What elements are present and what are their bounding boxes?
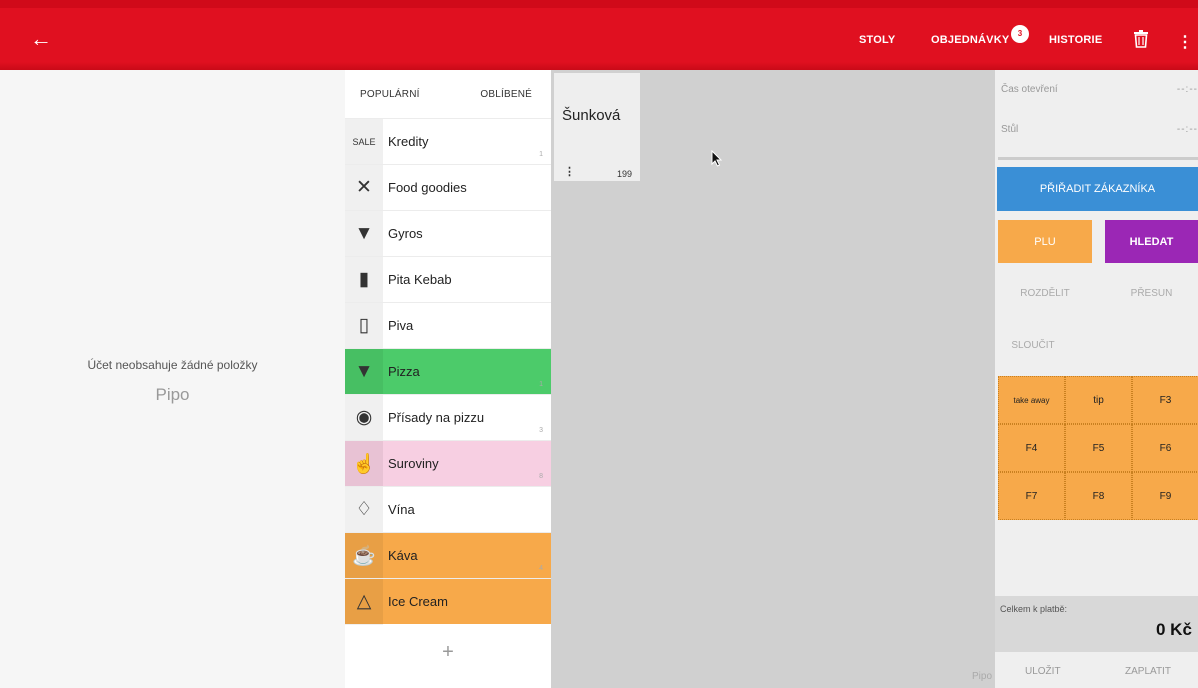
- fkey-f8[interactable]: F8: [1065, 472, 1132, 520]
- product-tile[interactable]: Šunková ⋮ 199: [554, 73, 640, 181]
- more-vert-icon[interactable]: ⋮: [1177, 32, 1193, 52]
- back-arrow-icon[interactable]: ←: [30, 28, 52, 50]
- add-category-button[interactable]: +: [345, 626, 551, 678]
- fkey-f5[interactable]: F5: [1065, 424, 1132, 472]
- category-kava[interactable]: ☕ Káva 4: [345, 532, 551, 579]
- open-time-row: Čas otevření --:--: [995, 70, 1198, 110]
- category-pita-kebab[interactable]: ▮ Pita Kebab: [345, 256, 551, 303]
- split-button[interactable]: ROZDĚLIT: [998, 278, 1092, 308]
- open-time-value: --:--: [1176, 84, 1198, 95]
- category-piva[interactable]: ▯ Piva: [345, 302, 551, 349]
- bottle-icon: ▯: [345, 302, 383, 349]
- pay-button[interactable]: ZAPLATIT: [1125, 666, 1171, 677]
- search-button[interactable]: HLEDAT: [1105, 220, 1198, 263]
- total-box: Celkem k platbě: 0 Kč: [995, 596, 1198, 652]
- total-label: Celkem k platbě:: [1000, 604, 1068, 614]
- utensils-icon: ✕: [345, 164, 383, 211]
- move-button[interactable]: PŘESUN: [1105, 278, 1198, 308]
- assign-customer-button[interactable]: PŘIŘADIT ZÁKAZNÍKA: [997, 167, 1198, 211]
- category-vina[interactable]: ♢ Vína: [345, 486, 551, 533]
- table-row: Stůl --:--: [995, 110, 1198, 150]
- kebab-icon: ▮: [345, 256, 383, 303]
- save-button[interactable]: ULOŽIT: [1025, 666, 1061, 677]
- category-count: 1: [539, 381, 543, 388]
- wine-glasses-icon: ♢: [345, 486, 383, 533]
- empty-receipt-message: Účet neobsahuje žádné položky: [87, 358, 258, 372]
- total-value: 0 Kč: [1156, 620, 1192, 639]
- category-label: Ice Cream: [388, 594, 448, 609]
- product-price: 199: [616, 169, 632, 179]
- category-tabs: POPULÁRNÍ OBLÍBENÉ: [345, 70, 551, 118]
- fkey-f6[interactable]: F6: [1132, 424, 1198, 472]
- product-grid: Šunková ⋮ 199 Pipo: [551, 70, 995, 688]
- category-ice-cream[interactable]: △ Ice Cream: [345, 578, 551, 625]
- category-label: Suroviny: [388, 456, 439, 471]
- category-label: Pita Kebab: [388, 272, 452, 287]
- user-name: Pipo: [155, 385, 190, 404]
- category-kredity[interactable]: SALE Kredity 1: [345, 118, 551, 165]
- category-count: 4: [539, 565, 543, 572]
- merge-button[interactable]: SLOUČIT: [998, 330, 1068, 360]
- fkey-f9[interactable]: F9: [1132, 472, 1198, 520]
- category-list: POPULÁRNÍ OBLÍBENÉ SALE Kredity 1 ✕ Food…: [345, 70, 551, 688]
- category-prisady-na-pizzu[interactable]: ◉ Přísady na pizzu 3: [345, 394, 551, 441]
- orders-count-badge: 3: [1011, 25, 1029, 43]
- category-food-goodies[interactable]: ✕ Food goodies: [345, 164, 551, 211]
- fkey-f3[interactable]: F3: [1132, 376, 1198, 424]
- coffee-icon: ☕: [345, 532, 383, 579]
- category-suroviny[interactable]: ☝ Suroviny 8: [345, 440, 551, 487]
- table-value: --:--: [1176, 124, 1198, 135]
- category-label: Přísady na pizzu: [388, 410, 485, 425]
- pizza-slice-icon: ▼: [345, 348, 383, 395]
- category-count: 3: [539, 427, 543, 434]
- thumbs-up-icon: ☝: [345, 440, 383, 487]
- tab-favorites[interactable]: OBLÍBENÉ: [480, 89, 532, 100]
- category-label: Káva: [388, 548, 418, 563]
- pizza-icon: ◉: [345, 394, 383, 441]
- grid-footer-user: Pipo: [971, 671, 992, 682]
- fkey-f4[interactable]: F4: [998, 424, 1065, 472]
- category-gyros[interactable]: ▼ Gyros: [345, 210, 551, 257]
- fkey-take-away[interactable]: take away: [998, 376, 1065, 424]
- tab-tables[interactable]: STOLY: [859, 34, 895, 46]
- plu-button[interactable]: PLU: [998, 220, 1092, 263]
- receipt-panel: Účet neobsahuje žádné položky Pipo: [0, 70, 345, 688]
- product-name: Šunková: [562, 107, 621, 124]
- category-label: Piva: [388, 318, 414, 333]
- gyros-icon: ▼: [345, 210, 383, 257]
- category-label: Pizza: [388, 364, 420, 379]
- category-label: Vína: [388, 502, 415, 517]
- category-count: 1: [539, 151, 543, 158]
- category-label: Gyros: [388, 226, 423, 241]
- category-label: Food goodies: [388, 180, 467, 195]
- mouse-cursor-icon: [711, 150, 723, 167]
- category-count: 8: [539, 473, 543, 480]
- open-time-label: Čas otevření: [1001, 84, 1058, 95]
- product-menu-icon[interactable]: ⋮: [564, 165, 575, 178]
- category-pizza[interactable]: ▼ Pizza 1: [345, 348, 551, 395]
- tab-history[interactable]: HISTORIE: [1049, 34, 1102, 46]
- category-label: Kredity: [388, 134, 429, 149]
- order-side-panel: Čas otevření --:-- Stůl --:-- PŘIŘADIT Z…: [995, 70, 1198, 688]
- ice-cream-icon: △: [345, 578, 383, 625]
- fkey-f7[interactable]: F7: [998, 472, 1065, 520]
- tab-orders[interactable]: OBJEDNÁVKY: [931, 34, 1009, 46]
- fkey-tip[interactable]: tip: [1065, 376, 1132, 424]
- table-label: Stůl: [1001, 124, 1019, 135]
- sale-tag-icon: SALE: [345, 118, 383, 165]
- top-app-bar: ← STOLY OBJEDNÁVKY 3 HISTORIE ⋮: [0, 0, 1198, 70]
- tab-popular[interactable]: POPULÁRNÍ: [360, 89, 420, 100]
- divider: [998, 157, 1198, 160]
- trash-icon[interactable]: [1133, 30, 1149, 48]
